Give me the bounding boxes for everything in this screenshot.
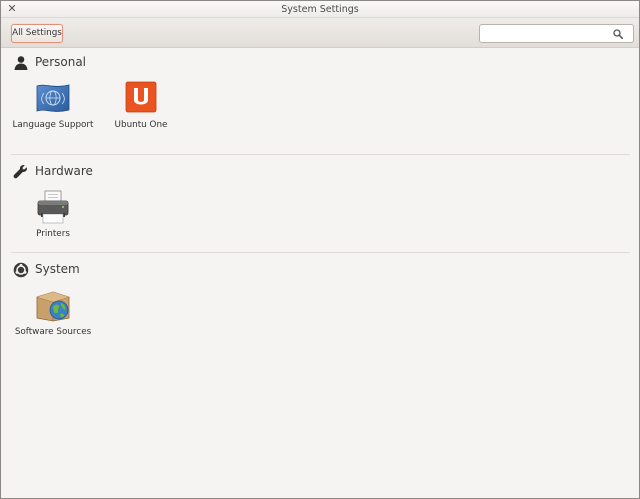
settings-item-label: Printers <box>36 229 70 239</box>
gear-icon <box>13 262 29 278</box>
settings-content: Personal Language Support Ubuntu One Har… <box>1 49 639 498</box>
wrench-icon <box>13 165 27 179</box>
section-title-hardware: Hardware <box>35 164 93 178</box>
section-title-system: System <box>35 262 80 276</box>
settings-item-ubuntu-one[interactable]: Ubuntu One <box>96 81 186 131</box>
search-icon[interactable] <box>613 29 623 39</box>
all-settings-button[interactable]: All Settings <box>11 24 63 43</box>
search-box[interactable] <box>479 24 634 43</box>
settings-item-software-sources[interactable]: Software Sources <box>8 288 98 338</box>
package-globe-icon <box>36 291 70 322</box>
window-title: System Settings <box>281 4 359 15</box>
section-divider <box>11 154 630 155</box>
ubuntu-one-icon <box>125 81 157 113</box>
printer-icon <box>37 190 69 224</box>
settings-item-language-support[interactable]: Language Support <box>8 81 98 131</box>
section-personal: Personal Language Support Ubuntu One <box>1 55 639 155</box>
person-icon <box>14 56 28 70</box>
search-input[interactable] <box>484 27 609 40</box>
language-flag-icon <box>36 84 70 112</box>
settings-item-label: Ubuntu One <box>114 120 168 130</box>
section-hardware: Hardware Printers <box>1 164 639 254</box>
section-title-personal: Personal <box>35 55 87 69</box>
titlebar[interactable]: System Settings ✕ <box>1 1 639 18</box>
section-divider <box>11 252 630 253</box>
settings-item-label: Software Sources <box>14 327 92 337</box>
settings-item-printers[interactable]: Printers <box>8 190 98 240</box>
close-icon[interactable]: ✕ <box>5 2 19 16</box>
section-system: System Software Sources <box>1 262 639 352</box>
system-settings-window: System Settings ✕ All Settings Personal <box>0 0 640 499</box>
toolbar: All Settings <box>1 18 639 48</box>
settings-item-label: Language Support <box>12 120 94 130</box>
